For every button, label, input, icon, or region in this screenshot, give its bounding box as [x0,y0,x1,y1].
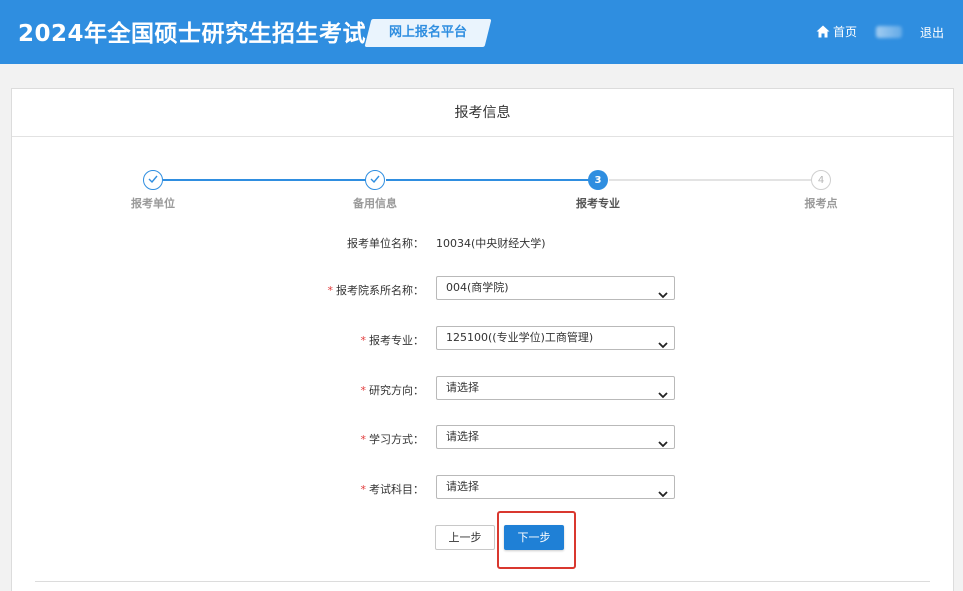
study-mode-selected-value: 请选择 [446,430,479,443]
next-button-highlight-box [497,511,576,569]
required-mark: * [360,384,367,397]
divider [35,581,930,582]
unit-label-text: 报考单位名称： [347,237,424,250]
major-selected-value: 125100((专业学位)工商管理) [446,331,594,344]
step-connector-1 [163,179,366,181]
user-name-blurred [876,26,902,38]
direction-label: * 研究方向： [184,382,425,398]
study-mode-select[interactable]: 请选择 [436,425,675,449]
registration-card: 报考信息 报考单位 备用信息 3 报考专业 4 报考点 报考单位名称： 1003… [11,88,954,591]
subjects-label: * 考试科目： [184,481,425,497]
major-label-text: 报考专业： [369,334,424,347]
required-mark: * [360,334,367,347]
chevron-down-icon [658,433,668,452]
step-4-circle: 4 [811,170,831,190]
study-mode-label-text: 学习方式： [369,433,424,446]
step-4-label: 报考点 [804,197,838,210]
step-1-label: 报考单位 [131,197,175,210]
home-icon [816,25,830,38]
chevron-down-icon [658,334,668,353]
step-3-number: 3 [594,174,602,186]
card-title: 报考信息 [12,89,953,137]
subjects-select[interactable]: 请选择 [436,475,675,499]
step-2-circle [365,170,385,190]
department-label: * 报考院系所名称： [184,282,425,298]
study-mode-label: * 学习方式： [184,431,425,447]
step-1-circle [143,170,163,190]
step-2-label: 备用信息 [353,197,397,210]
chevron-down-icon [658,483,668,502]
step-3-label: 报考专业 [576,197,620,210]
previous-step-button[interactable]: 上一步 [435,525,495,550]
department-label-text: 报考院系所名称： [336,284,424,297]
required-mark: * [360,433,367,446]
check-icon [370,175,380,186]
step-connector-2 [386,179,589,181]
required-mark: * [327,284,334,297]
subjects-label-text: 考试科目： [369,483,424,496]
exam-title: 2024年全国硕士研究生招生考试 [18,21,367,47]
chevron-down-icon [658,384,668,403]
unit-label: 报考单位名称： [184,235,424,251]
major-select[interactable]: 125100((专业学位)工商管理) [436,326,675,350]
step-3-circle: 3 [588,170,608,190]
step-4-number: 4 [817,174,825,186]
step-connector-3 [609,179,811,181]
chevron-down-icon [658,284,668,303]
subjects-selected-value: 请选择 [446,480,479,493]
direction-label-text: 研究方向： [369,384,424,397]
direction-select[interactable]: 请选择 [436,376,675,400]
logout-link[interactable]: 退出 [920,24,944,41]
major-label: * 报考专业： [184,332,425,348]
top-header: 2024年全国硕士研究生招生考试 网上报名平台 首页 退出 [0,0,963,64]
check-icon [148,175,158,186]
unit-value: 10034(中央财经大学) [436,237,546,250]
department-select[interactable]: 004(商学院) [436,276,675,300]
home-label: 首页 [833,25,858,39]
platform-badge-label: 网上报名平台 [388,25,467,40]
required-mark: * [360,483,367,496]
home-link[interactable]: 首页 [816,23,857,40]
platform-badge: 网上报名平台 [364,19,492,47]
department-selected-value: 004(商学院) [446,281,509,294]
direction-selected-value: 请选择 [446,381,479,394]
